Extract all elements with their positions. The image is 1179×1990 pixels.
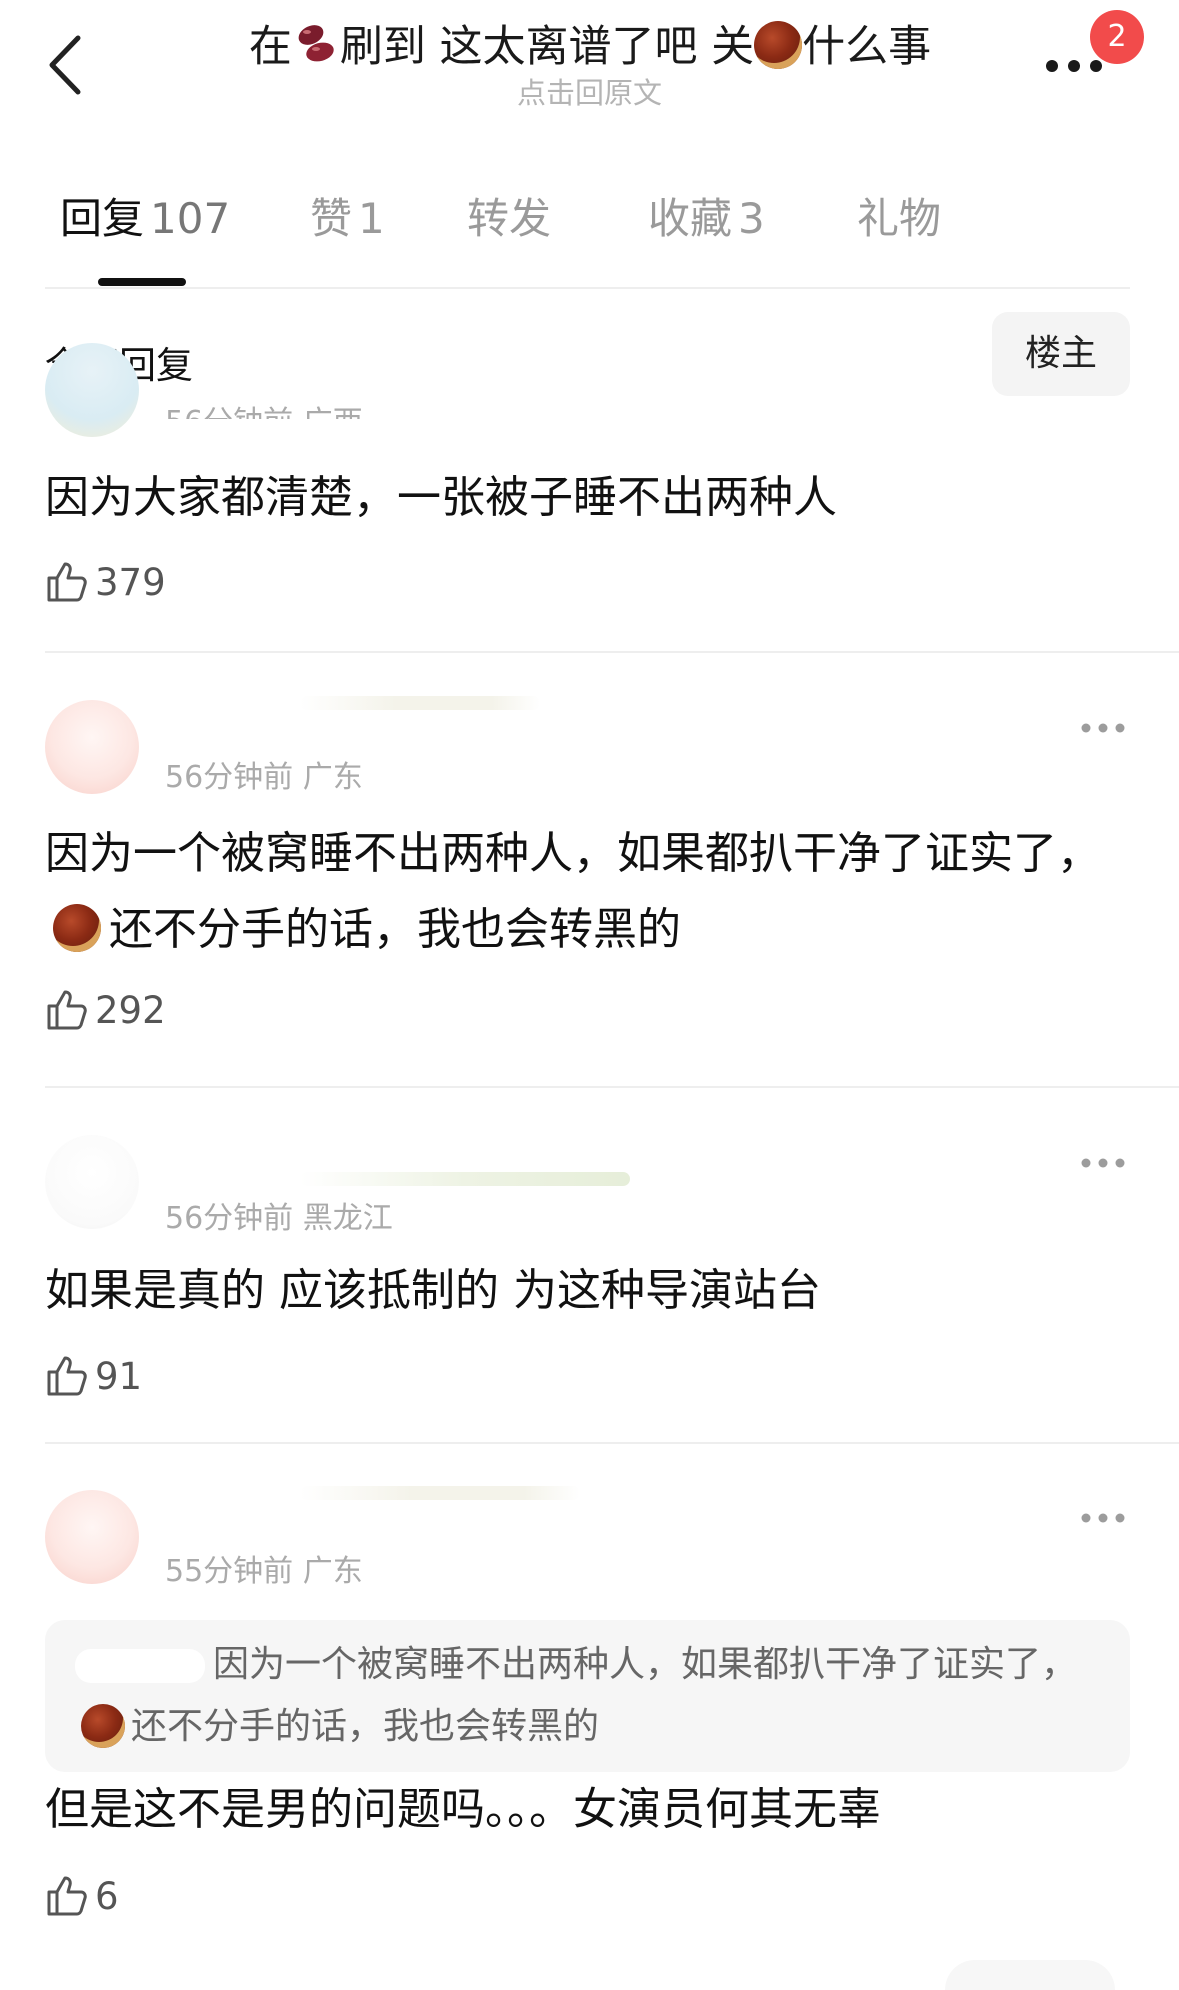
avatar[interactable] <box>45 1490 139 1584</box>
tab-count: 3 <box>738 194 765 243</box>
like-button[interactable]: 6 <box>45 1868 119 1924</box>
tab-label: 转发 <box>467 194 552 243</box>
comment-separator <box>45 651 1179 653</box>
more-dots-icon <box>1081 1513 1125 1523</box>
comment-more-button[interactable] <box>1080 1155 1126 1169</box>
like-button[interactable]: 379 <box>45 554 166 610</box>
comment-item: 56分钟前 广西 因为大家都清楚，一张被子睡不出两种人 379 <box>0 343 1179 645</box>
title-text-1: 在 <box>248 22 292 72</box>
tab-label: 回复 <box>60 194 145 243</box>
like-count: 292 <box>95 988 166 1032</box>
tab-gifts[interactable]: 礼物 <box>857 185 941 246</box>
comment-text[interactable]: 如果是真的 应该抵制的 为这种导演站台 <box>45 1253 1105 1329</box>
avatar[interactable] <box>45 1135 139 1229</box>
tab-label: 赞 <box>310 194 353 243</box>
post-title[interactable]: 在刷到 这太离谱了吧 关什么事 <box>150 12 1030 78</box>
comment-text[interactable]: 因为大家都清楚，一张被子睡不出两种人 <box>45 460 1105 536</box>
avatar[interactable] <box>45 700 139 794</box>
tab-label: 收藏 <box>648 194 733 243</box>
tab-count: 107 <box>150 194 231 243</box>
comment-item: 56分钟前 黑龙江 如果是真的 应该抵制的 为这种导演站台 91 <box>0 1125 1179 1425</box>
username[interactable] <box>300 696 540 710</box>
comment-meta: 56分钟前 黑龙江 <box>165 1201 393 1236</box>
tabs-divider <box>45 287 1130 289</box>
comment-item: 55分钟前 广东 因为一个被窝睡不出两种人，如果都扒干净了证实了， 还不分手的话，… <box>0 1480 1179 1980</box>
like-count: 6 <box>95 1874 119 1918</box>
thumbs-up-icon <box>47 1356 87 1396</box>
comment-more-button[interactable] <box>1080 720 1126 734</box>
tab-likes[interactable]: 赞1 <box>310 185 385 246</box>
top-navigation-bar: 在刷到 这太离谱了吧 关什么事 点击回原文 2 <box>0 0 1179 130</box>
tab-count: 1 <box>358 194 385 243</box>
username[interactable] <box>300 1486 580 1500</box>
tab-replies[interactable]: 回复 107 <box>60 185 230 246</box>
comment-item: 56分钟前 广东 因为一个被窝睡不出两种人，如果都扒干净了证实了， 还不分手的话，… <box>0 690 1179 1070</box>
thumbs-up-icon <box>47 990 87 1030</box>
comment-meta: 56分钟前 广西 <box>165 397 363 419</box>
quoted-username <box>75 1649 205 1683</box>
more-dots-icon <box>1081 723 1125 733</box>
like-count: 91 <box>95 1354 143 1398</box>
comment-more-button[interactable] <box>1080 1510 1126 1524</box>
comment-separator <box>45 1442 1179 1444</box>
thumbs-up-icon <box>47 1876 87 1916</box>
notification-badge: 2 <box>1090 10 1144 64</box>
chestnut-emoji-icon <box>81 1704 125 1748</box>
like-button[interactable]: 91 <box>45 1348 142 1404</box>
username[interactable] <box>300 1172 630 1186</box>
quote-text-part1: 因为一个被窝睡不出两种人，如果都扒干净了证实了， <box>213 1644 1078 1685</box>
comment-meta: 55分钟前 广东 <box>165 1554 363 1589</box>
chestnut-emoji-icon <box>53 904 101 952</box>
quote-text-part2: 还不分手的话，我也会转黑的 <box>131 1706 600 1747</box>
floating-panel-edge <box>945 1960 1115 1990</box>
title-text-2: 刷到 这太离谱了吧 关 <box>339 22 755 72</box>
tab-reposts[interactable]: 转发 <box>467 185 551 246</box>
avatar[interactable] <box>45 343 139 437</box>
comment-text[interactable]: 因为一个被窝睡不出两种人，如果都扒干净了证实了， 还不分手的话，我也会转黑的 <box>45 816 1105 968</box>
comment-text-part2: 还不分手的话，我也会转黑的 <box>109 904 681 955</box>
comment-meta: 56分钟前 广东 <box>165 760 363 795</box>
more-dots-icon <box>1081 1158 1125 1168</box>
interaction-tabs: 回复 107 赞1 转发 收藏 3 礼物 <box>0 185 1179 290</box>
comment-text-part1: 因为一个被窝睡不出两种人，如果都扒干净了证实了， <box>45 828 1101 879</box>
like-count: 379 <box>95 560 166 604</box>
back-to-original-link[interactable]: 点击回原文 <box>0 70 1179 112</box>
tab-label: 礼物 <box>857 194 942 243</box>
active-tab-indicator <box>98 278 186 286</box>
quoted-reply[interactable]: 因为一个被窝睡不出两种人，如果都扒干净了证实了， 还不分手的话，我也会转黑的 <box>45 1620 1130 1772</box>
like-button[interactable]: 292 <box>45 982 166 1038</box>
thumbs-up-icon <box>47 562 87 602</box>
chestnut-emoji-icon <box>754 21 803 69</box>
tab-favorites[interactable]: 收藏 3 <box>648 185 765 246</box>
op-only-filter-button[interactable]: 楼主 <box>992 312 1130 396</box>
title-text-3: 什么事 <box>802 22 932 72</box>
comment-text[interactable]: 但是这不是男的问题吗。。。女演员何其无辜 <box>45 1772 1105 1848</box>
comment-separator <box>45 1086 1179 1088</box>
